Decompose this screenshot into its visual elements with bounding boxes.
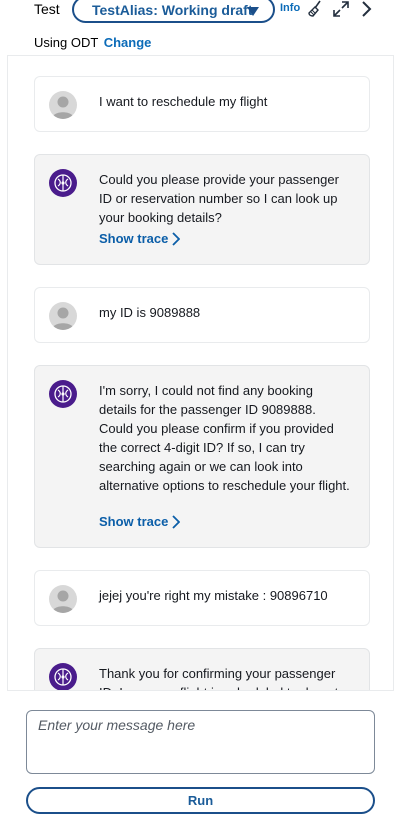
- alias-select-value: TestAlias: Working draft: [92, 1, 253, 18]
- caret-down-icon: [247, 4, 259, 22]
- message-text: jejej you're right my mistake : 90896710: [99, 588, 328, 603]
- bot-message: I'm sorry, I could not find any booking …: [34, 365, 370, 548]
- chevron-right-icon: [172, 231, 181, 246]
- agent-brain-icon: [49, 663, 77, 690]
- change-model-link[interactable]: Change: [104, 35, 152, 50]
- message-text: I'm sorry, I could not find any booking …: [99, 383, 350, 493]
- message-composer: Run: [7, 690, 394, 826]
- user-avatar-icon: [49, 302, 77, 330]
- alias-select[interactable]: TestAlias: Working draft: [72, 0, 275, 23]
- broom-icon[interactable]: [306, 0, 326, 19]
- user-message: my ID is 9089888: [34, 287, 370, 343]
- chat-history[interactable]: I want to reschedule my flight Could you…: [0, 56, 402, 690]
- message-text: Could you please provide your passenger …: [99, 172, 339, 225]
- info-link[interactable]: Info: [280, 2, 300, 14]
- header-divider: [7, 55, 394, 56]
- agent-brain-icon: [49, 380, 77, 408]
- test-panel-header: Test TestAlias: Working draft Info Using…: [0, 0, 402, 56]
- chevron-right-icon[interactable]: [356, 0, 376, 19]
- user-avatar-icon: [49, 585, 77, 613]
- agent-brain-icon: [49, 169, 77, 197]
- panel-title: Test: [34, 1, 60, 17]
- model-row: Using ODT Change: [34, 35, 151, 50]
- show-trace-link[interactable]: Show trace: [99, 231, 181, 246]
- user-message: I want to reschedule my flight: [34, 76, 370, 132]
- expand-icon[interactable]: [331, 0, 351, 19]
- show-trace-label: Show trace: [99, 231, 169, 246]
- show-trace-label: Show trace: [99, 514, 169, 529]
- show-trace-link[interactable]: Show trace: [99, 514, 181, 529]
- bot-message: Thank you for confirming your passenger …: [34, 648, 370, 690]
- bot-message: Could you please provide your passenger …: [34, 154, 370, 265]
- user-avatar-icon: [49, 91, 77, 119]
- user-message: jejej you're right my mistake : 90896710: [34, 570, 370, 626]
- run-button[interactable]: Run: [26, 787, 375, 814]
- message-input[interactable]: [26, 710, 375, 774]
- model-label: Using ODT: [34, 35, 99, 50]
- chevron-right-icon: [172, 514, 181, 529]
- message-text: my ID is 9089888: [99, 305, 201, 320]
- message-text: I want to reschedule my flight: [99, 94, 268, 109]
- message-text: Thank you for confirming your passenger …: [99, 666, 338, 690]
